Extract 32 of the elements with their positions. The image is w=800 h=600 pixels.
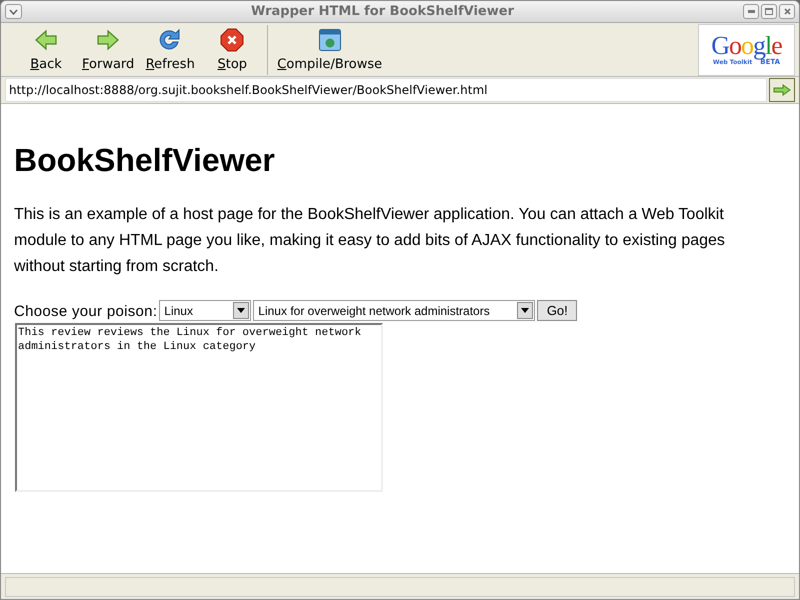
- toolbar-button[interactable]: Compile/Browse: [272, 24, 388, 74]
- logo-wordmark: Google: [711, 33, 782, 59]
- toolbar-button[interactable]: Back: [15, 24, 77, 74]
- go-button[interactable]: [769, 78, 795, 102]
- intro-paragraph: This is an example of a host page for the BookShelfViewer application. You can attach a Web Toolkit module to any HTML page you like, making it easy to add bits of AJAX functionality to existing pages without starting from scratch.: [14, 205, 726, 277]
- chevron-down-icon: [9, 8, 18, 14]
- dropdown-arrow-icon: [521, 308, 530, 313]
- window-menu-button[interactable]: [5, 4, 22, 19]
- go-button[interactable]: Go!: [537, 300, 578, 321]
- arrow-right-icon: [96, 28, 120, 52]
- window-title: Wrapper HTML for BookShelfViewer: [250, 2, 515, 21]
- category-select[interactable]: Linux: [159, 300, 252, 321]
- toolbar-button[interactable]: Refresh: [139, 24, 202, 74]
- arrow-right-icon: [773, 84, 791, 96]
- browser-window-icon: [318, 28, 342, 52]
- close-icon: [784, 8, 790, 15]
- toolbar-button[interactable]: Forward: [77, 24, 140, 74]
- maximize-icon: [765, 8, 773, 15]
- address-field[interactable]: http://localhost:8888/org.sujit.bookshelf.BookShelfViewer/BookShelfViewer.html: [5, 78, 767, 102]
- stop-icon: [220, 28, 244, 52]
- close-button[interactable]: [779, 4, 795, 19]
- page-heading: BookShelfViewer: [14, 141, 276, 180]
- maximize-button[interactable]: [761, 4, 777, 19]
- minimize-icon: [748, 10, 754, 13]
- book-select[interactable]: Linux for overweight network administrators: [253, 300, 536, 321]
- choose-label: Choose your poison:: [14, 303, 158, 321]
- toolbar-button[interactable]: Stop: [201, 24, 264, 74]
- minimize-button[interactable]: [743, 4, 759, 19]
- arrow-left-icon: [34, 28, 58, 52]
- review-text-area[interactable]: This review reviews the Linux for overweight network administrators in the Linux category: [15, 323, 383, 492]
- dropdown-arrow-icon: [237, 308, 246, 313]
- refresh-icon: [158, 28, 182, 52]
